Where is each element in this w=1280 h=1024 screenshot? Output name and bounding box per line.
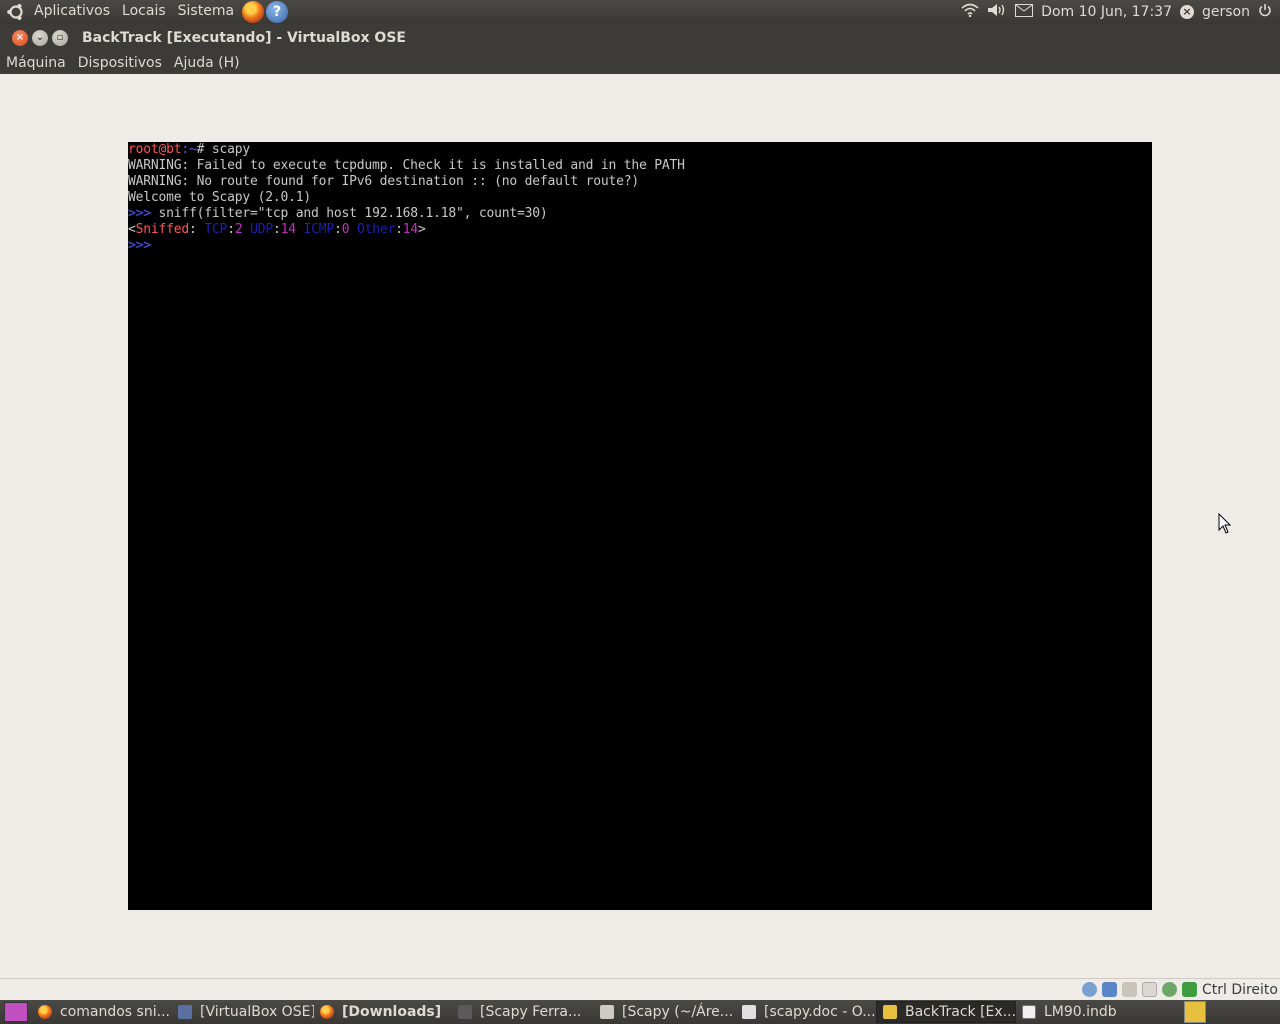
firefox-icon[interactable] xyxy=(242,1,265,23)
console-line-command: >>> sniff(filter="tcp and host 192.168.1… xyxy=(128,206,685,222)
wifi-icon[interactable] xyxy=(961,3,979,21)
taskbar-item-downloads[interactable]: [Downloads] xyxy=(314,1001,452,1023)
menu-ajuda[interactable]: Ajuda (H) xyxy=(168,55,246,71)
python-prompt-current: >>> xyxy=(128,238,151,253)
taskbar-item-scapy-ferramentas[interactable]: [Scapy Ferra... xyxy=(452,1001,594,1023)
text-editor-icon xyxy=(600,1005,614,1019)
result-label: Sniffed xyxy=(135,222,190,237)
firefox-icon xyxy=(38,1005,52,1019)
window-titlebar[interactable]: × ⌄ ▫ BackTrack [Executando] - VirtualBo… xyxy=(0,24,1280,52)
network-icon[interactable] xyxy=(1101,982,1117,997)
taskbar-item-scapy-editor[interactable]: [Scapy (~/Áre... xyxy=(594,1001,736,1023)
result-close: > xyxy=(418,222,426,237)
result-other-value: 14 xyxy=(402,222,419,237)
mouse-integration-icon[interactable] xyxy=(1161,982,1177,997)
prompt-user: root@bt xyxy=(128,142,182,157)
python-prompt: >>> xyxy=(128,206,151,221)
user-name[interactable]: gerson xyxy=(1202,4,1250,20)
backtrack-icon xyxy=(883,1005,897,1019)
volume-icon[interactable] xyxy=(987,3,1007,21)
menu-sistema[interactable]: Sistema xyxy=(172,0,240,24)
indesign-icon xyxy=(1022,1005,1036,1019)
mouse-pointer-icon xyxy=(1218,512,1232,539)
document-icon xyxy=(742,1005,756,1019)
top-panel: Aplicativos Locais Sistema ? Dom 10 Jun,… xyxy=(0,0,1280,24)
prompt-path: :~ xyxy=(181,142,197,157)
mail-icon[interactable] xyxy=(1015,3,1034,21)
bottom-panel: comandos sni... [VirtualBox OSE] [Downlo… xyxy=(0,1000,1280,1024)
close-button[interactable]: × xyxy=(12,30,28,46)
result-tcp-label: TCP xyxy=(204,222,228,237)
clock[interactable]: Dom 10 Jun, 17:37 xyxy=(1041,4,1172,20)
prompt-command: # scapy xyxy=(196,142,251,157)
usb-icon[interactable] xyxy=(1141,982,1157,997)
user-status-icon[interactable]: × xyxy=(1180,5,1194,19)
power-icon[interactable] xyxy=(1258,3,1272,21)
taskbar-item-lm90[interactable]: LM90.indb xyxy=(1016,1001,1136,1023)
menu-maquina[interactable]: Máquina xyxy=(0,55,72,71)
taskbar-item-virtualbox[interactable]: [VirtualBox OSE] xyxy=(172,1001,314,1023)
console-line-input[interactable]: >>> xyxy=(128,238,685,254)
console-line-welcome: Welcome to Scapy (2.0.1) xyxy=(128,190,312,205)
result-icmp-label: ICMP xyxy=(303,222,335,237)
menu-locais[interactable]: Locais xyxy=(116,0,172,24)
shared-folders-icon[interactable] xyxy=(1121,982,1137,997)
vm-statusbar: Ctrl Direito xyxy=(0,978,1280,1000)
virtualbox-icon xyxy=(178,1005,192,1019)
result-open: < xyxy=(128,222,136,237)
console-line-warning-2: WARNING: No route found for IPv6 destina… xyxy=(128,174,639,189)
result-colon: : xyxy=(189,222,205,237)
minimize-button[interactable]: ⌄ xyxy=(32,30,48,46)
notification-applet-icon[interactable] xyxy=(1184,1001,1206,1023)
console-line-result: <Sniffed: TCP:2 UDP:14 ICMP:0 Other:14> xyxy=(128,222,426,237)
guest-console-screen[interactable]: root@bt:~# scapy WARNING: Failed to execu… xyxy=(128,142,1152,910)
taskbar-item-backtrack[interactable]: BackTrack [Ex... xyxy=(876,1001,1016,1023)
sniff-command: sniff(filter="tcp and host 192.168.1.18"… xyxy=(150,206,548,221)
window-title: BackTrack [Executando] - VirtualBox OSE xyxy=(82,30,406,46)
result-udp-value: 14 xyxy=(280,222,296,237)
help-icon[interactable]: ? xyxy=(266,1,289,23)
host-key-label: Ctrl Direito xyxy=(1201,981,1278,998)
taskbar-item-scapy-doc[interactable]: [scapy.doc - O... xyxy=(736,1001,876,1023)
window-menubar: Máquina Dispositivos Ajuda (H) xyxy=(0,52,1280,74)
guest-additions-icon[interactable] xyxy=(1181,982,1197,997)
system-tray: Dom 10 Jun, 17:37 × gerson xyxy=(961,0,1280,24)
taskbar-item-comandos[interactable]: comandos sni... xyxy=(32,1001,172,1023)
show-desktop-icon[interactable] xyxy=(4,1002,28,1022)
vm-display-area: root@bt:~# scapy WARNING: Failed to execu… xyxy=(0,74,1280,978)
ubuntu-logo-icon[interactable] xyxy=(6,2,26,22)
console-output: root@bt:~# scapy WARNING: Failed to execu… xyxy=(128,142,685,254)
downloads-icon xyxy=(320,1005,334,1019)
menu-dispositivos[interactable]: Dispositivos xyxy=(72,55,168,71)
console-line-prompt: root@bt:~# scapy xyxy=(128,142,685,158)
hard-disk-icon[interactable] xyxy=(1081,982,1097,997)
menu-aplicativos[interactable]: Aplicativos xyxy=(28,0,116,24)
console-line-warning-1: WARNING: Failed to execute tcpdump. Chec… xyxy=(128,158,685,173)
terminal-icon xyxy=(458,1005,472,1019)
maximize-button[interactable]: ▫ xyxy=(52,30,68,46)
result-udp-label: UDP xyxy=(250,222,273,237)
result-other-label: Other xyxy=(356,222,396,237)
